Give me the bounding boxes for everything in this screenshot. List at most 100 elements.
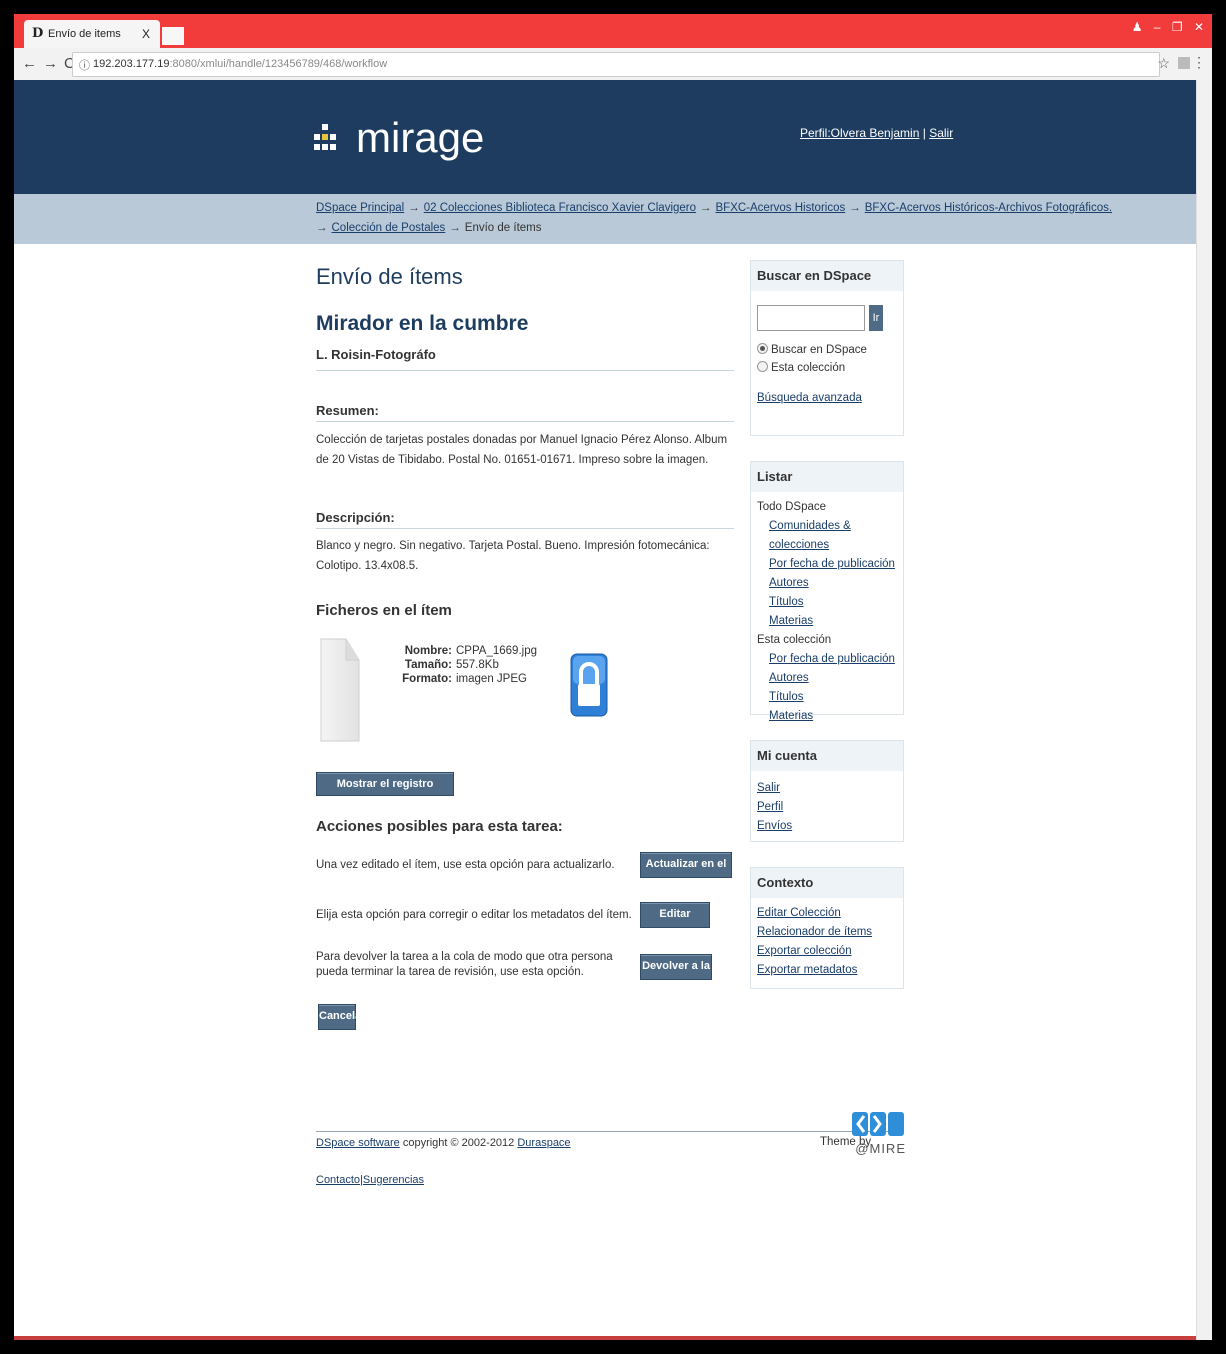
export-collection-link[interactable]: Exportar colección — [757, 942, 897, 961]
info-icon[interactable]: ⓘ — [79, 57, 90, 73]
browser-menu-icon[interactable]: ⋮ — [1192, 54, 1206, 71]
radio-icon — [757, 361, 768, 372]
search-go-button[interactable]: Ir — [869, 305, 883, 331]
url-path: :8080/xmlui/handle/123456789/468/workflo… — [169, 58, 388, 70]
dspace-software-link[interactable]: DSpace software — [316, 1137, 400, 1149]
browser-window: D Envío de items X ♟ – ❐ ✕ ←→C ⓘ 192.203… — [14, 14, 1212, 1340]
account-submissions-link[interactable]: Envíos — [757, 817, 897, 836]
edit-collection-link[interactable]: Editar Colección — [757, 904, 897, 923]
file-thumbnail-icon[interactable] — [320, 638, 360, 742]
atmire-logo-icon — [852, 1112, 904, 1136]
footer-divider — [316, 1131, 902, 1132]
file-info: Nombre: CPPA_1669.jpg Tamaño: 557.8Kb Form… — [380, 644, 537, 686]
minimize-icon[interactable]: – — [1154, 20, 1161, 34]
radio-collection-label: Esta colección — [771, 362, 846, 374]
breadcrumb-line-1: DSpace Principal → 02 Colecciones Bibliote… — [316, 202, 1112, 214]
account-profile-link[interactable]: Perfil — [757, 798, 897, 817]
mirage-logo[interactable]: mirage — [314, 114, 484, 162]
collection-date-link[interactable]: Por fecha de publicación — [757, 650, 897, 669]
resumen-label: Resumen: — [316, 403, 379, 418]
browse-authors-link[interactable]: Autores — [757, 574, 897, 593]
user-profile-icon[interactable]: ♟ — [1132, 20, 1143, 34]
new-tab-button[interactable] — [162, 27, 184, 45]
item-title: Mirador en la cumbre — [316, 312, 529, 335]
collection-subjects-link[interactable]: Materias — [757, 707, 897, 726]
footer-copyright: DSpace software copyright © 2002-2012 Du… — [316, 1137, 571, 1149]
edit-metadata-button[interactable]: Editar metadatos — [640, 902, 710, 942]
breadcrumb-home[interactable]: DSpace Principal — [316, 202, 404, 214]
breadcrumb-line-2: → Colección de Postales → Envío de ítems — [316, 222, 542, 234]
action-text-update: Una vez editado el ítem, use esta opción… — [316, 859, 615, 871]
page-scrollbar[interactable] — [1196, 80, 1212, 1340]
file-name-label: Nombre: — [404, 645, 452, 657]
browse-subjects-link[interactable]: Materias — [757, 612, 897, 631]
dspace-favicon-icon: D — [32, 26, 44, 41]
duraspace-link[interactable]: Duraspace — [517, 1137, 570, 1149]
radio-all-dspace[interactable]: Buscar en DSpace — [757, 341, 897, 359]
contact-link[interactable]: Contacto — [316, 1174, 360, 1186]
bookmark-star-icon[interactable]: ☆ — [1157, 55, 1170, 72]
browse-date-link[interactable]: Por fecha de publicación — [757, 555, 897, 574]
browse-communities-link[interactable]: Comunidades & colecciones — [757, 517, 897, 555]
collection-titles-link[interactable]: Títulos — [757, 688, 897, 707]
browser-tab[interactable]: D Envío de items X — [24, 20, 160, 48]
tab-close-button[interactable]: X — [142, 27, 150, 41]
advanced-search-link[interactable]: Búsqueda avanzada — [757, 389, 897, 408]
restore-icon[interactable]: ❐ — [1172, 20, 1183, 34]
action-text-edit: Elija esta opción para corregir o editar… — [316, 909, 632, 921]
update-archive-button[interactable]: Actualizar en el archivo — [640, 852, 732, 892]
search-box: Buscar en DSpace Ir Buscar en DSpace Est… — [750, 260, 904, 436]
file-size-value: 557.8Kb — [456, 659, 499, 671]
mirage-logo-icon — [314, 124, 350, 154]
breadcrumb-postales[interactable]: Colección de Postales — [332, 222, 446, 234]
browse-box: Listar Todo DSpace Comunidades & colecci… — [750, 461, 904, 722]
account-logout-link[interactable]: Salir — [757, 779, 897, 798]
radio-all-label: Buscar en DSpace — [771, 344, 867, 356]
site-header: mirage Perfil:Olvera Benjamin | Salir — [14, 80, 1196, 194]
url-host: 192.203.177.19 — [93, 58, 170, 70]
collection-authors-link[interactable]: Autores — [757, 669, 897, 688]
address-bar-row: ←→C ⓘ 192.203.177.19:8080/xmlui/handle/1… — [14, 48, 1212, 81]
atmire-logo[interactable]: @MIRE — [850, 1110, 906, 1156]
breadcrumb-arrow: → — [700, 202, 712, 214]
profile-link[interactable]: Perfil:Olvera Benjamin — [800, 126, 919, 140]
breadcrumb-colecciones[interactable]: 02 Colecciones Biblioteca Francisco Xavi… — [424, 202, 696, 214]
breadcrumb-arrow: → — [449, 222, 461, 234]
item-mapper-link[interactable]: Relacionador de ítems — [757, 923, 897, 942]
lock-icon[interactable] — [570, 642, 608, 718]
descripcion-label: Descripción: — [316, 510, 395, 525]
browse-box-title: Listar — [751, 462, 903, 492]
search-box-title: Buscar en DSpace — [751, 261, 903, 291]
breadcrumb-arrow: → — [408, 202, 420, 214]
account-box-title: Mi cuenta — [751, 741, 903, 771]
cancel-button[interactable]: Cancelar — [318, 1004, 365, 1030]
divider — [316, 528, 734, 529]
logout-link[interactable]: Salir — [929, 126, 953, 140]
radio-icon — [757, 343, 768, 354]
action-text-return: Para devolver la tarea a la cola de modo… — [316, 951, 613, 978]
search-input[interactable] — [757, 305, 865, 331]
atmire-text: @MIRE — [855, 1141, 906, 1156]
close-window-icon[interactable]: ✕ — [1194, 20, 1204, 34]
return-to-queue-button[interactable]: Devolver a la cola — [640, 954, 712, 994]
feedback-link[interactable]: Sugerencias — [363, 1174, 424, 1186]
footer-links: Contacto|Sugerencias — [316, 1174, 424, 1186]
breadcrumb-arrow: → — [849, 202, 861, 214]
browse-collection-label: Esta colección — [757, 634, 832, 646]
page-title: Envío de ítems — [316, 264, 463, 289]
url-field[interactable]: ⓘ 192.203.177.19:8080/xmlui/handle/12345… — [72, 52, 1160, 77]
back-icon[interactable]: ← — [22, 55, 43, 72]
breadcrumb-acervos[interactable]: BFXC-Acervos Historicos — [716, 202, 846, 214]
browse-titles-link[interactable]: Títulos — [757, 593, 897, 612]
extension-icon[interactable] — [1178, 57, 1190, 69]
user-links: Perfil:Olvera Benjamin | Salir — [800, 126, 953, 140]
divider — [316, 370, 734, 371]
breadcrumb-current: Envío de ítems — [464, 222, 542, 234]
breadcrumb-archivos[interactable]: BFXC-Acervos Históricos-Archivos Fotográ… — [865, 202, 1112, 214]
taskbar-strip — [14, 1336, 1196, 1340]
radio-this-collection[interactable]: Esta colección — [757, 359, 897, 377]
export-metadata-link[interactable]: Exportar metadatos — [757, 961, 897, 980]
show-full-record-button[interactable]: Mostrar el registro completo del ítem — [316, 772, 454, 812]
user-links-divider: | — [922, 126, 926, 140]
forward-icon[interactable]: → — [43, 55, 64, 72]
